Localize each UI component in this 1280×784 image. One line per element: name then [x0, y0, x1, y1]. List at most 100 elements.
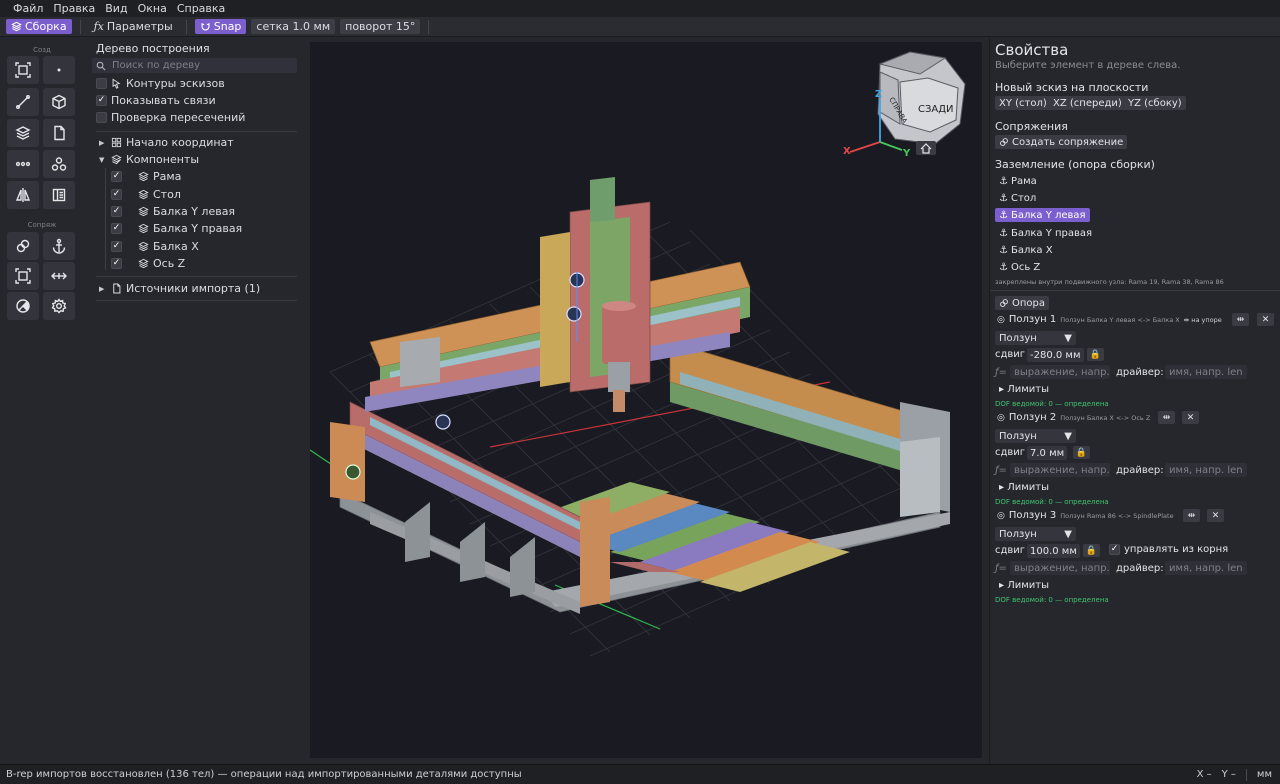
option-show-links[interactable]: ✓ Показывать связи — [96, 94, 216, 107]
point-tool-button[interactable] — [43, 56, 75, 84]
visibility-checkbox[interactable]: ✓ — [111, 206, 122, 217]
slider-2-lock-button[interactable]: 🔒 — [1073, 446, 1090, 459]
support-button[interactable]: Опора — [995, 296, 1050, 310]
tree-item-table[interactable]: ✓ Стол — [111, 188, 181, 201]
ground-item-beam-y-left[interactable]: ⚓ Балка Y левая — [995, 208, 1090, 222]
section-tool-button[interactable] — [7, 292, 39, 320]
slider-2-driver-input[interactable]: имя, напр. len — [1165, 463, 1247, 477]
tree-node-imports[interactable]: ▶ Источники импорта (1) — [99, 282, 260, 295]
tree-item-beam-y-left[interactable]: ✓ Балка Y левая — [111, 205, 235, 218]
slider-3-flip-button[interactable]: ⇹ — [1183, 509, 1200, 522]
3d-viewport[interactable]: СПРАВА СЗАДИ X Z Y — [310, 42, 982, 758]
slider-3-type-select[interactable]: Ползун ▼ — [995, 527, 1076, 541]
menu-edit[interactable]: Правка — [48, 2, 100, 15]
slider-1-lock-button[interactable]: 🔒 — [1087, 348, 1104, 361]
slider-2-flip-button[interactable]: ⇹ — [1158, 411, 1175, 424]
expand-triangle-icon[interactable]: ▶ — [99, 285, 107, 293]
plane-xz-button[interactable]: XZ (спереди) — [1049, 96, 1126, 110]
tree-item-beam-x[interactable]: ✓ Балка X — [111, 240, 199, 253]
slider-2-delete-button[interactable]: ✕ — [1182, 411, 1199, 424]
visibility-checkbox[interactable]: ✓ — [111, 258, 122, 269]
slider-3-driver-input[interactable]: имя, напр. len — [1165, 561, 1247, 575]
slider-3-expression-input[interactable]: выражение, напр. w — [1010, 561, 1110, 575]
layers-icon — [138, 171, 149, 182]
tree-search-input[interactable] — [112, 60, 282, 71]
slider-1-flip-button[interactable]: ⇹ — [1232, 313, 1249, 326]
slider-joint-button[interactable] — [43, 262, 75, 290]
settings-tool-button[interactable] — [43, 292, 75, 320]
slider-3-lock-button[interactable]: 🔒 — [1083, 544, 1100, 557]
parameters-button[interactable]: ƒx Параметры — [89, 19, 178, 34]
snap-toggle[interactable]: Snap — [194, 19, 247, 34]
slider-1-delete-button[interactable]: ✕ — [1257, 313, 1274, 326]
slider-2-type-select[interactable]: Ползун ▼ — [995, 429, 1076, 443]
tree-node-components[interactable]: ▼ Компоненты — [99, 153, 199, 166]
layers-tool-button[interactable] — [7, 119, 39, 147]
grounding-label: Заземление (опора сборки) — [995, 158, 1155, 171]
fix-tool-button[interactable] — [7, 262, 39, 290]
grid-size-button[interactable]: сетка 1.0 мм — [251, 19, 336, 34]
box-tool-button[interactable] — [43, 88, 75, 116]
line-tool-button[interactable] — [7, 88, 39, 116]
group-tool-button[interactable] — [43, 150, 75, 178]
view-cube-back-face[interactable]: СЗАДИ — [918, 104, 954, 115]
slider-3-limits-toggle[interactable]: ▸ Лимиты — [999, 580, 1049, 591]
option-sketch-contours[interactable]: Контуры эскизов — [96, 77, 225, 90]
tree-item-axis-z[interactable]: ✓ Ось Z — [111, 257, 185, 270]
menu-windows[interactable]: Окна — [133, 2, 172, 15]
rotation-step-button[interactable]: поворот 15° — [340, 19, 421, 34]
ground-item-beam-y-right[interactable]: ⚓ Балка Y правая — [995, 226, 1096, 240]
menu-help[interactable]: Справка — [172, 2, 230, 15]
option-checkbox[interactable] — [96, 112, 107, 123]
pattern-tool-button[interactable] — [7, 150, 39, 178]
slider-1-type-select[interactable]: Ползун ▼ — [995, 331, 1076, 345]
visibility-checkbox[interactable]: ✓ — [111, 223, 122, 234]
select-tool-button[interactable] — [7, 56, 39, 84]
plane-yz-button[interactable]: YZ (сбоку) — [1124, 96, 1186, 110]
status-separator — [1245, 769, 1247, 781]
slider-3-shift-input[interactable]: 100.0 мм — [1027, 544, 1080, 558]
slider-1-expression-input[interactable]: выражение, напр. w — [1010, 365, 1110, 379]
mate-icon — [1000, 138, 1008, 146]
slider-2-expression-input[interactable]: выражение, напр. w — [1010, 463, 1110, 477]
slider-3-root-control[interactable]: ✓ управлять из корня — [1109, 544, 1228, 555]
ground-tool-button[interactable] — [43, 232, 75, 260]
visibility-checkbox[interactable]: ✓ — [111, 241, 122, 252]
ground-item-axis-z[interactable]: ⚓ Ось Z — [995, 260, 1044, 274]
slider-3-delete-button[interactable]: ✕ — [1207, 509, 1224, 522]
plane-xy-button[interactable]: XY (стол) — [995, 96, 1051, 110]
visibility-checkbox[interactable]: ✓ — [111, 189, 122, 200]
option-checkbox[interactable] — [96, 78, 107, 89]
expand-triangle-icon[interactable]: ▶ — [99, 139, 107, 147]
slider-1-driver-input[interactable]: имя, напр. len — [1165, 365, 1247, 379]
mirror-tool-button[interactable] — [7, 181, 39, 209]
visibility-checkbox[interactable]: ✓ — [111, 171, 122, 182]
menu-file[interactable]: Файл — [8, 2, 48, 15]
option-intersection-check[interactable]: Проверка пересечений — [96, 111, 245, 124]
option-checkbox[interactable]: ✓ — [96, 95, 107, 106]
ground-item-table[interactable]: ⚓ Стол — [995, 191, 1040, 205]
slider-2-shift-input[interactable]: 7.0 мм — [1027, 446, 1068, 460]
tree-item-beam-y-right[interactable]: ✓ Балка Y правая — [111, 222, 242, 235]
slider-2-limits-toggle[interactable]: ▸ Лимиты — [999, 482, 1049, 493]
mate-tool-button[interactable] — [7, 232, 39, 260]
ground-item-beam-x[interactable]: ⚓ Балка X — [995, 243, 1057, 257]
slider-2-driver-label: драйвер: — [1116, 465, 1164, 476]
create-section-label: Созд — [33, 46, 51, 54]
root-control-checkbox[interactable]: ✓ — [1109, 544, 1120, 555]
axis-z-label: Z — [875, 89, 882, 100]
document-tool-button[interactable] — [43, 119, 75, 147]
tree-item-frame[interactable]: ✓ Рама — [111, 170, 181, 183]
slider-1-limits-toggle[interactable]: ▸ Лимиты — [999, 384, 1049, 395]
ground-item-frame[interactable]: ⚓ Рама — [995, 174, 1041, 188]
arrows-horizontal-icon — [51, 272, 67, 280]
tree-node-origin[interactable]: ▶ Начало координат — [99, 136, 234, 149]
create-mate-button[interactable]: Создать сопряжение — [995, 135, 1128, 149]
view-cube[interactable]: СПРАВА СЗАДИ X Z Y — [840, 44, 980, 159]
tree-guide-line — [105, 168, 106, 270]
assembly-mode-button[interactable]: Сборка — [6, 19, 72, 34]
table-tool-button[interactable] — [43, 181, 75, 209]
slider-1-shift-input[interactable]: -280.0 мм — [1027, 348, 1084, 362]
menu-view[interactable]: Вид — [100, 2, 132, 15]
collapse-triangle-icon[interactable]: ▼ — [99, 156, 107, 164]
